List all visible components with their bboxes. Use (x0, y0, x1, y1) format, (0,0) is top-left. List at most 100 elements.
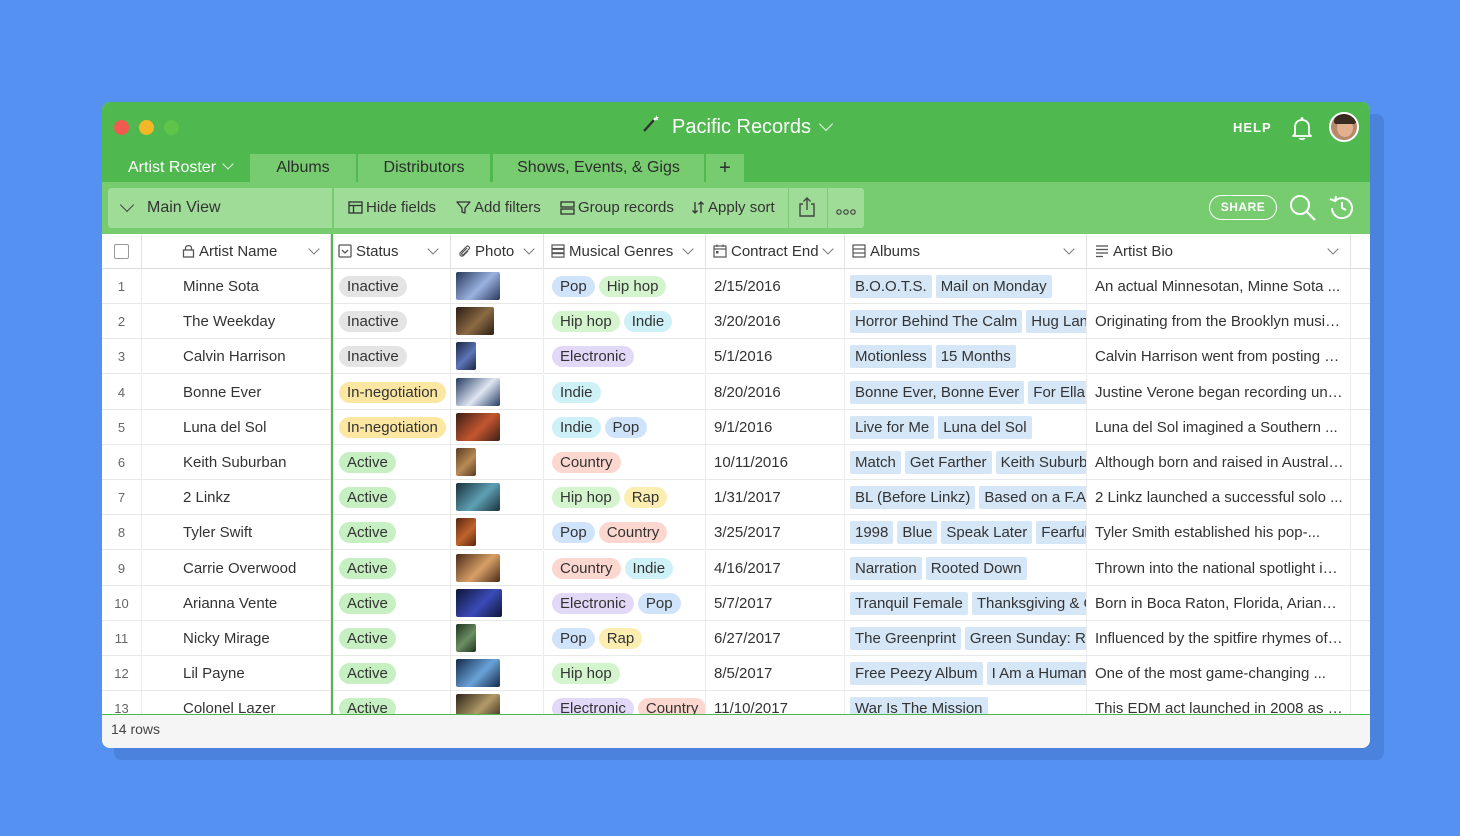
artist-name-cell[interactable]: Nicky Mirage (142, 621, 331, 656)
status-cell[interactable]: Active (331, 550, 451, 586)
album-link-chip[interactable]: Blue (897, 521, 938, 545)
album-link-chip[interactable]: Based on a F.A.L (979, 486, 1086, 510)
search-icon[interactable] (1288, 193, 1318, 223)
status-cell[interactable]: In-negotiation (331, 374, 451, 410)
history-icon[interactable] (1327, 193, 1357, 223)
genres-cell[interactable]: Electronic Pop (544, 585, 706, 621)
artist-photo-thumbnail[interactable] (456, 588, 502, 617)
table-row[interactable]: 12 Lil Payne Active Hip hop 8/5/2017 Free Pee… (102, 656, 1370, 692)
artist-photo-thumbnail[interactable] (456, 659, 500, 688)
album-link-chip[interactable]: Rooted Down (925, 556, 1027, 580)
artist-name-cell[interactable]: Luna del Sol (142, 409, 331, 445)
artist-bio-cell[interactable]: Although born and raised in Australia... (1087, 445, 1351, 480)
help-link[interactable]: HELP (1233, 120, 1272, 135)
artist-photo-thumbnail[interactable] (456, 272, 500, 300)
apply-sort-button[interactable]: Apply sort (691, 199, 775, 216)
photo-cell[interactable] (451, 374, 544, 410)
album-link-chip[interactable]: Get Farther (904, 451, 992, 474)
artist-name-cell[interactable]: Calvin Harrison (142, 339, 331, 375)
status-cell[interactable]: Inactive (331, 269, 451, 304)
artist-bio-cell[interactable]: Tyler Smith established his pop-... (1087, 515, 1351, 551)
album-link-chip[interactable]: I Am a Human B (986, 662, 1086, 686)
genres-cell[interactable]: Pop Rap (544, 621, 706, 656)
contract-end-cell[interactable]: 1/31/2017 (706, 480, 845, 516)
genres-cell[interactable]: Pop Country (544, 515, 706, 551)
artist-bio-cell[interactable]: Justine Verone began recording und... (1087, 374, 1351, 410)
album-link-chip[interactable]: For Ella, F (1028, 380, 1086, 404)
album-link-chip[interactable]: Narration (850, 556, 922, 580)
status-cell[interactable]: Active (331, 445, 451, 480)
contract-end-cell[interactable]: 5/7/2017 (706, 585, 845, 621)
table-row[interactable]: 4 Bonne Ever In-negotiation Indie 8/20/2016 B… (102, 374, 1370, 410)
column-header-status[interactable]: Status (331, 234, 451, 269)
more-options-button[interactable] (836, 201, 859, 218)
album-link-chip[interactable]: Hug Land (1026, 310, 1086, 334)
table-row[interactable]: 11 Nicky Mirage Active Pop Rap 6/27/2017 The G… (102, 621, 1370, 656)
albums-cell[interactable]: BL (Before Linkz)Based on a F.A.L (845, 480, 1087, 516)
table-row[interactable]: 72 Linkz Active Hip hop Rap 1/31/2017 BL (Bef… (102, 480, 1370, 516)
artist-name-cell[interactable]: The Weekday (142, 304, 331, 340)
column-header-artist-name[interactable]: Artist Name (142, 234, 331, 269)
albums-cell[interactable]: 1998 Blue Speak Later Fearful (845, 515, 1087, 551)
artist-name-cell[interactable]: Minne Sota (142, 269, 331, 304)
albums-cell[interactable]: Live for Me Luna del Sol (845, 409, 1087, 445)
albums-cell[interactable]: Narration Rooted Down (845, 550, 1087, 586)
column-header-albums[interactable]: Albums (845, 234, 1087, 269)
status-cell[interactable]: Inactive (331, 339, 451, 375)
contract-end-cell[interactable]: 6/27/2017 (706, 621, 845, 656)
contract-end-cell[interactable]: 9/1/2016 (706, 409, 845, 445)
albums-cell[interactable]: The Greenprint Green Sunday: Rel (845, 621, 1087, 656)
album-link-chip[interactable]: 1998 (850, 521, 894, 545)
table-row[interactable]: 2 The Weekday Inactive Hip hop Indie 3/20/201… (102, 304, 1370, 340)
status-cell[interactable]: In-negotiation (331, 409, 451, 445)
artist-bio-cell[interactable]: Originating from the Brooklyn music ... (1087, 304, 1351, 340)
status-cell[interactable]: Active (331, 585, 451, 621)
artist-name-cell[interactable]: Tyler Swift (142, 515, 331, 551)
artist-photo-thumbnail[interactable] (456, 377, 500, 406)
table-row[interactable]: 8 Tyler Swift Active Pop Country 3/25/2017 199… (102, 515, 1370, 551)
album-link-chip[interactable]: Bonne Ever, Bonne Ever (850, 380, 1025, 404)
bell-icon[interactable] (1288, 114, 1316, 142)
status-cell[interactable]: Active (331, 621, 451, 656)
artist-photo-thumbnail[interactable] (456, 307, 494, 336)
photo-cell[interactable] (451, 480, 544, 516)
column-header-artist-bio[interactable]: Artist Bio (1087, 234, 1351, 269)
genres-cell[interactable]: Indie Pop (544, 409, 706, 445)
album-link-chip[interactable]: Speak Later (941, 521, 1033, 545)
albums-cell[interactable]: Horror Behind The CalmHug Land (845, 304, 1087, 340)
genres-cell[interactable]: Electronic (544, 339, 706, 375)
artist-bio-cell[interactable]: Thrown into the national spotlight in ..… (1087, 550, 1351, 586)
tab-distributors[interactable]: Distributors (358, 154, 490, 182)
albums-cell[interactable]: Free Peezy AlbumI Am a Human B (845, 656, 1087, 692)
genres-cell[interactable]: Country (544, 445, 706, 480)
artist-name-cell[interactable]: Bonne Ever (142, 374, 331, 410)
artist-name-cell[interactable]: Lil Payne (142, 656, 331, 692)
table-row[interactable]: 5 Luna del Sol In-negotiation Indie Pop 9/1/2… (102, 409, 1370, 445)
contract-end-cell[interactable]: 3/25/2017 (706, 515, 845, 551)
table-row[interactable]: 6 Keith Suburban Active Country 10/11/2016 Ma… (102, 445, 1370, 480)
user-avatar[interactable] (1329, 112, 1359, 142)
photo-cell[interactable] (451, 621, 544, 656)
photo-cell[interactable] (451, 585, 544, 621)
column-header-contract-end[interactable]: Contract End (706, 234, 845, 269)
status-cell[interactable]: Inactive (331, 304, 451, 340)
album-link-chip[interactable]: Live for Me (850, 415, 935, 439)
genres-cell[interactable]: Country Indie (544, 550, 706, 586)
table-row[interactable]: 1 Minne Sota Inactive Pop Hip hop 2/15/2016 B.… (102, 269, 1370, 304)
contract-end-cell[interactable]: 8/20/2016 (706, 374, 845, 410)
artist-photo-thumbnail[interactable] (456, 624, 476, 652)
album-link-chip[interactable]: The Greenprint (850, 627, 961, 650)
photo-cell[interactable] (451, 269, 544, 304)
contract-end-cell[interactable]: 4/16/2017 (706, 550, 845, 586)
artist-photo-thumbnail[interactable] (456, 342, 476, 371)
genres-cell[interactable]: Hip hop Rap (544, 480, 706, 516)
photo-cell[interactable] (451, 550, 544, 586)
genres-cell[interactable]: Pop Hip hop (544, 269, 706, 304)
photo-cell[interactable] (451, 304, 544, 340)
hide-fields-button[interactable]: Hide fields (348, 199, 436, 216)
select-all-checkbox[interactable] (114, 244, 129, 259)
photo-cell[interactable] (451, 515, 544, 551)
photo-cell[interactable] (451, 445, 544, 480)
album-link-chip[interactable]: 15 Months (935, 345, 1016, 369)
artist-bio-cell[interactable]: Born in Boca Raton, Florida, Arianna... (1087, 585, 1351, 621)
